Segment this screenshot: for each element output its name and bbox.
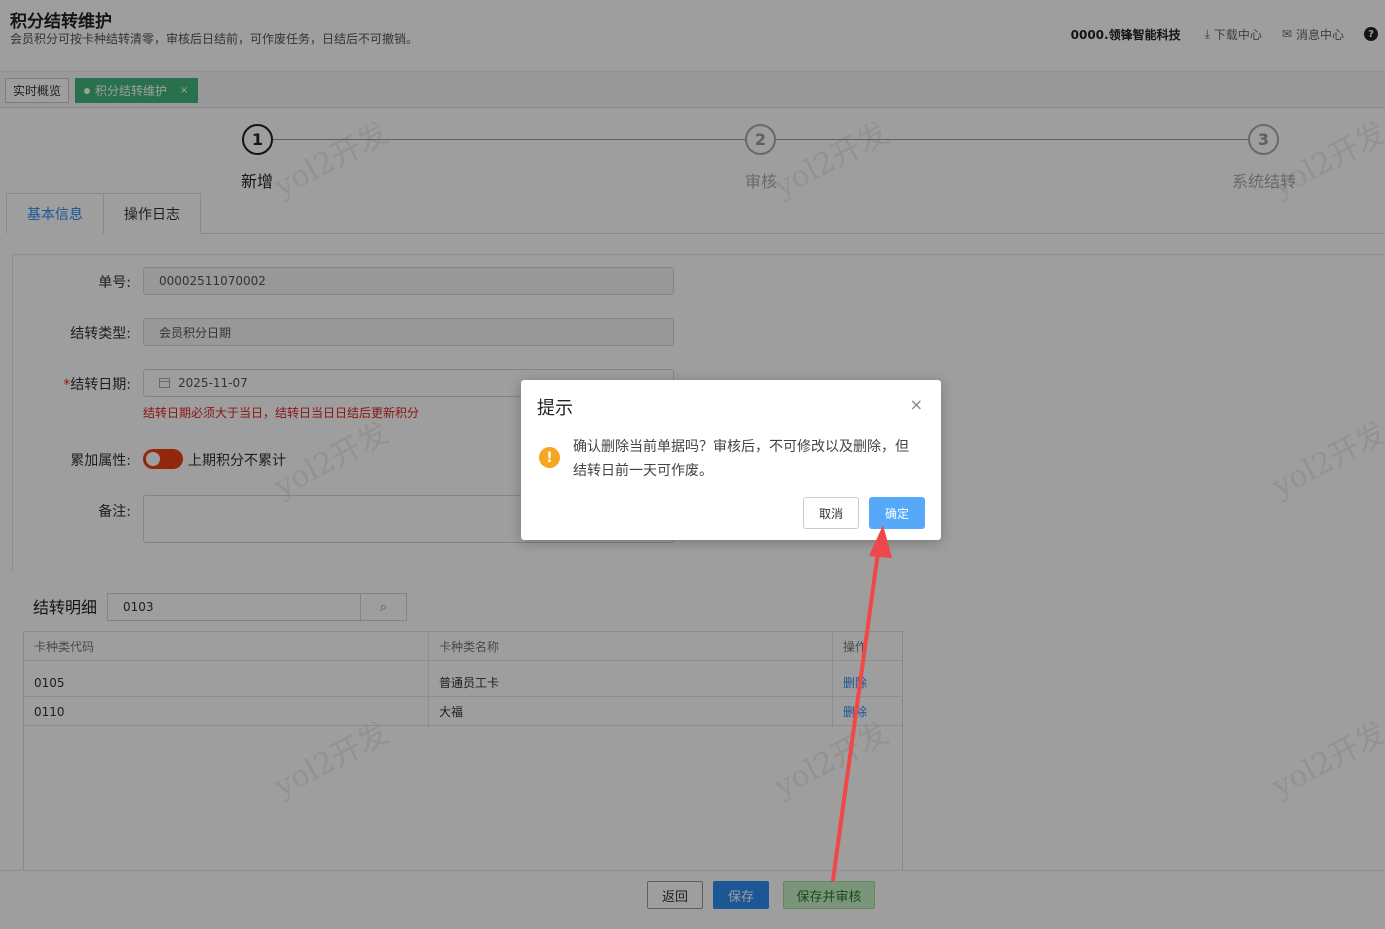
cancel-button[interactable]: 取消: [803, 497, 859, 529]
dialog-title: 提示: [537, 398, 573, 419]
confirm-dialog: 提示 × ! 确认删除当前单据吗？审核后，不可修改以及删除，但结转日前一天可作废…: [521, 380, 941, 540]
close-icon[interactable]: ×: [910, 397, 923, 413]
warning-icon: !: [539, 447, 560, 468]
confirm-button[interactable]: 确定: [869, 497, 925, 529]
dialog-message: 确认删除当前单据吗？审核后，不可修改以及删除，但结转日前一天可作废。: [573, 439, 909, 479]
